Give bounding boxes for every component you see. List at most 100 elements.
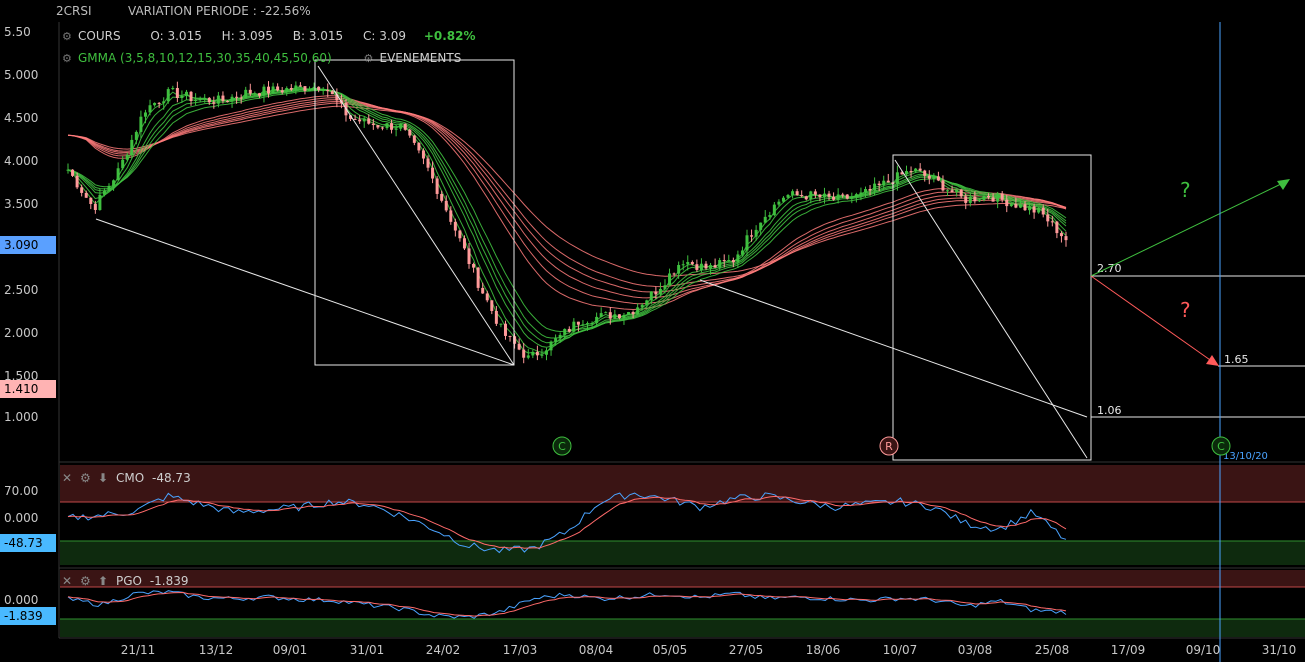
candle-body: [121, 159, 125, 169]
candle-body: [681, 264, 685, 266]
y-tick: 2.500: [4, 283, 39, 297]
pgo-line: [67, 590, 1067, 619]
candle-body: [1009, 203, 1013, 207]
candle-body: [162, 101, 166, 104]
candle-body: [499, 323, 503, 325]
gmma-long-line: [67, 102, 1067, 288]
x-tick: 31/10: [1261, 643, 1297, 657]
candle-body: [745, 235, 749, 251]
level-label: 1.65: [1224, 353, 1249, 366]
arrow-down-icon[interactable]: ⬇: [98, 471, 116, 485]
gmma-lines: [67, 86, 1067, 355]
candle-body: [207, 97, 211, 103]
x-tick: 17/09: [1110, 643, 1146, 657]
candle-body: [977, 200, 981, 202]
y-tick: 70.00: [4, 484, 39, 498]
candle-body: [130, 139, 134, 156]
candle-body: [449, 210, 453, 222]
candle-body: [558, 334, 562, 339]
candle-body: [253, 93, 257, 95]
candle-body: [932, 176, 936, 179]
candle-body: [453, 221, 457, 231]
candle-body: [914, 168, 918, 172]
gear-icon[interactable]: ⚙: [62, 30, 72, 43]
candle-body: [326, 90, 330, 92]
x-tick: 17/03: [502, 643, 538, 657]
candle-body: [157, 102, 161, 104]
candle-body: [148, 105, 152, 113]
candle-body: [184, 91, 188, 96]
candle-body: [308, 89, 312, 91]
close-icon[interactable]: ✕: [62, 574, 80, 588]
low-price-badge: 1.410: [0, 380, 56, 398]
candle-body: [554, 338, 558, 342]
candle-body: [955, 189, 959, 193]
candle-body: [590, 322, 594, 324]
candle-body: [180, 95, 184, 98]
candle-body: [248, 89, 252, 94]
candle-body: [362, 118, 366, 122]
question-mark: ?: [1180, 178, 1191, 202]
candle-body: [909, 171, 913, 173]
candle-body: [690, 262, 694, 265]
candle-body: [1000, 193, 1004, 200]
chart-canvas[interactable]: 2.701.651.06??13/10/20C R C: [0, 0, 1305, 662]
candle-body: [535, 351, 539, 356]
candle-body: [262, 86, 266, 96]
event-marker-label: C: [1217, 440, 1225, 453]
candle-body: [841, 194, 845, 196]
candle-body: [494, 310, 498, 324]
candle-body: [390, 123, 394, 130]
candle-body: [476, 267, 480, 288]
candle-body: [298, 85, 302, 87]
candle-body: [567, 328, 571, 332]
candle-body: [822, 193, 826, 198]
candle-body: [330, 91, 334, 95]
candle-body: [84, 192, 88, 198]
candle-body: [777, 201, 781, 205]
candle-body: [786, 194, 790, 198]
candle-body: [371, 123, 375, 126]
y-tick: 4.500: [4, 111, 39, 125]
gmma-long-line: [67, 105, 1067, 277]
candle-body: [540, 354, 544, 356]
candle-body: [71, 169, 75, 176]
candle-body: [93, 203, 97, 210]
y-tick: 3.500: [4, 197, 39, 211]
candle-body: [964, 196, 968, 203]
quote-legend: ⚙ COURS O: 3.015 H: 3.095 B: 3.015 C: 3.0…: [62, 29, 476, 43]
cmo-title: CMO: [116, 471, 145, 485]
candle-body: [627, 312, 631, 315]
candle-body: [1064, 236, 1068, 241]
level-label: 2.70: [1097, 262, 1122, 275]
event-marker-label: C: [558, 440, 566, 453]
arrow-up-icon[interactable]: ⬆: [98, 574, 116, 588]
candle-body: [1037, 207, 1041, 213]
quote-close: C: 3.09: [363, 29, 406, 43]
candle-body: [795, 191, 799, 196]
candle-body: [622, 314, 626, 319]
candle-body: [125, 155, 129, 160]
candle-body: [845, 194, 849, 199]
gear-icon[interactable]: ⚙: [364, 52, 374, 65]
candle-body: [353, 118, 357, 120]
candle-body: [923, 170, 927, 176]
gmma-long-line: [67, 100, 1067, 293]
candle-body: [444, 200, 448, 211]
gear-icon[interactable]: ⚙: [80, 574, 98, 588]
candle-body: [1050, 221, 1054, 223]
gear-icon[interactable]: ⚙: [62, 52, 72, 65]
candle-body: [859, 192, 863, 195]
candle-body: [230, 96, 234, 102]
gear-icon[interactable]: ⚙: [80, 471, 98, 485]
candle-body: [686, 262, 690, 265]
cmo-value: -48.73: [152, 471, 191, 485]
candle-body: [116, 168, 120, 181]
candle-body: [303, 86, 307, 91]
cmo-oversold-zone: [60, 541, 1305, 565]
candle-body: [968, 196, 972, 203]
trendline: [317, 65, 515, 366]
candle-body: [194, 99, 198, 101]
candle-body: [198, 98, 202, 100]
close-icon[interactable]: ✕: [62, 471, 80, 485]
